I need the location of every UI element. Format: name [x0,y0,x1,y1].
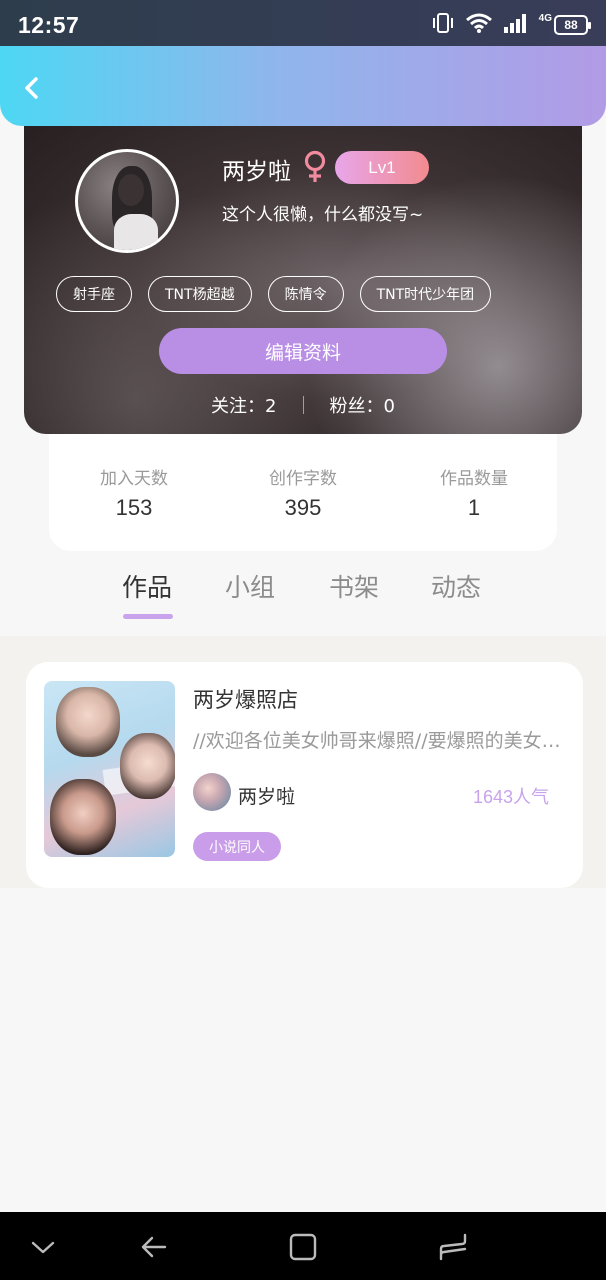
edit-profile-button[interactable]: 编辑资料 [159,328,447,374]
back-arrow-icon [25,77,38,99]
username: 两岁啦 [222,159,291,185]
vibrate-icon [431,12,455,38]
wifi-icon [465,12,493,38]
category-tag: 小说同人 [193,832,281,861]
popularity-count: 1643人气 [472,787,549,807]
tab-indicator [123,614,173,619]
follow-stats: 关注：2 粉丝：0 [24,392,582,418]
stat-value: 153 [115,495,153,520]
following-label: 关注： [211,396,266,417]
works-list: 两岁爆照店 //欢迎各位美女帅哥来爆照//要爆照的美女帅哥请评论区留言 两岁啦 … [0,636,606,888]
following-count: 2 [265,396,277,417]
female-icon [304,150,326,182]
followers-label: 粉丝： [329,396,384,417]
status-time: 12:57 [18,12,80,38]
signal-icon [503,12,529,38]
following-link[interactable]: 关注：2 [211,392,276,418]
tag-list: 射手座 TNT杨超越 陈情令 TNT时代少年团 [56,276,492,312]
status-bar: 12:57 4G 88 [0,0,606,46]
battery-icon: 88 [554,15,591,35]
followers-link[interactable]: 粉丝：0 [330,392,395,418]
stats-card: 加入天数 153 创作字数 395 作品数量 1 [49,420,557,551]
back-button[interactable] [16,72,48,104]
work-cover-image [44,681,175,857]
profile-card: 两岁啦 Lv1 这个人很懒，什么都没写~ 射手座 TNT杨超越 陈情令 TNT时… [24,96,582,434]
hide-nav-chevron-down-icon[interactable] [28,1232,58,1262]
stat-label: 加入天数 [100,469,168,489]
stat-word-count: 创作字数 395 [218,464,388,521]
tag-item[interactable]: 射手座 [56,276,132,312]
author-avatar [193,773,231,811]
work-card[interactable]: 两岁爆照店 //欢迎各位美女帅哥来爆照//要爆照的美女帅哥请评论区留言 两岁啦 … [26,662,583,888]
bio-text: 这个人很懒，什么都没写~ [222,205,424,225]
work-title: 两岁爆照店 [193,688,298,712]
network-type-label: 4G [538,12,552,24]
stat-value: 395 [284,495,322,520]
stat-join-days: 加入天数 153 [49,464,219,521]
stat-label: 作品数量 [440,469,508,489]
tab-activity[interactable]: 动态 [431,568,481,604]
divider [302,396,304,414]
tag-item[interactable]: TNT杨超越 [148,276,252,312]
level-badge: Lv1 [335,151,429,184]
author-name: 两岁啦 [238,786,296,808]
status-icons: 4G 88 [431,12,591,38]
avatar[interactable] [75,149,179,253]
back-nav-icon[interactable] [138,1232,168,1262]
tag-item[interactable]: 陈情令 [267,276,344,312]
work-description: //欢迎各位美女帅哥来爆照//要爆照的美女帅哥请评论区留言 [193,730,565,752]
stat-value: 1 [467,495,481,520]
tab-groups[interactable]: 小组 [225,568,275,604]
stat-work-count: 作品数量 1 [389,464,559,521]
home-nav-icon[interactable] [288,1232,318,1262]
tab-works[interactable]: 作品 [122,568,172,604]
tab-bookshelf[interactable]: 书架 [329,568,379,604]
followers-count: 0 [383,396,395,417]
system-nav-bar [0,1212,606,1280]
tab-bar: 作品 小组 书架 动态 [0,560,606,636]
recents-nav-icon[interactable] [438,1232,468,1262]
stat-label: 创作字数 [269,469,337,489]
tag-item[interactable]: TNT时代少年团 [359,276,492,312]
header-bar [0,46,606,126]
